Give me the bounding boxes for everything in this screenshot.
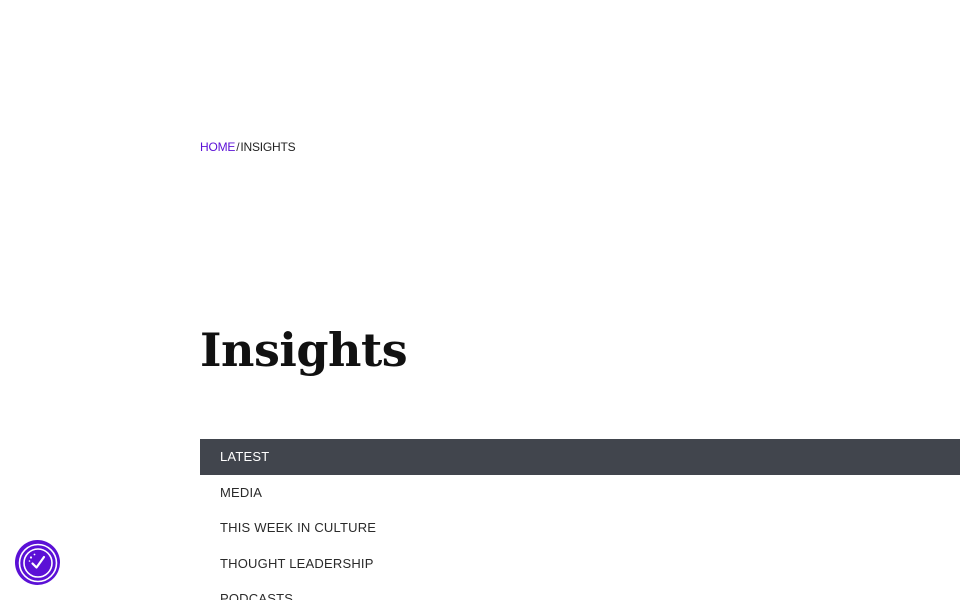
page-title: Insights	[200, 323, 408, 377]
cookie-consent-icon	[18, 543, 57, 582]
tab-media[interactable]: MEDIA	[200, 475, 960, 511]
tab-thought-leadership[interactable]: THOUGHT LEADERSHIP	[200, 546, 960, 582]
tab-latest[interactable]: LATEST	[200, 439, 960, 475]
tab-podcasts[interactable]: PODCASTS	[200, 581, 960, 600]
breadcrumb-home-link[interactable]: HOME	[200, 140, 235, 154]
tab-this-week-in-culture[interactable]: THIS WEEK IN CULTURE	[200, 510, 960, 546]
cookie-consent-button[interactable]	[15, 540, 60, 585]
breadcrumb-separator: /	[236, 140, 240, 154]
category-nav: LATEST MEDIA THIS WEEK IN CULTURE THOUGH…	[200, 439, 960, 600]
breadcrumb-current: INSIGHTS	[240, 140, 296, 154]
page: HOME/INSIGHTS Insights LATEST MEDIA THIS…	[0, 0, 960, 600]
breadcrumb: HOME/INSIGHTS	[200, 140, 296, 154]
